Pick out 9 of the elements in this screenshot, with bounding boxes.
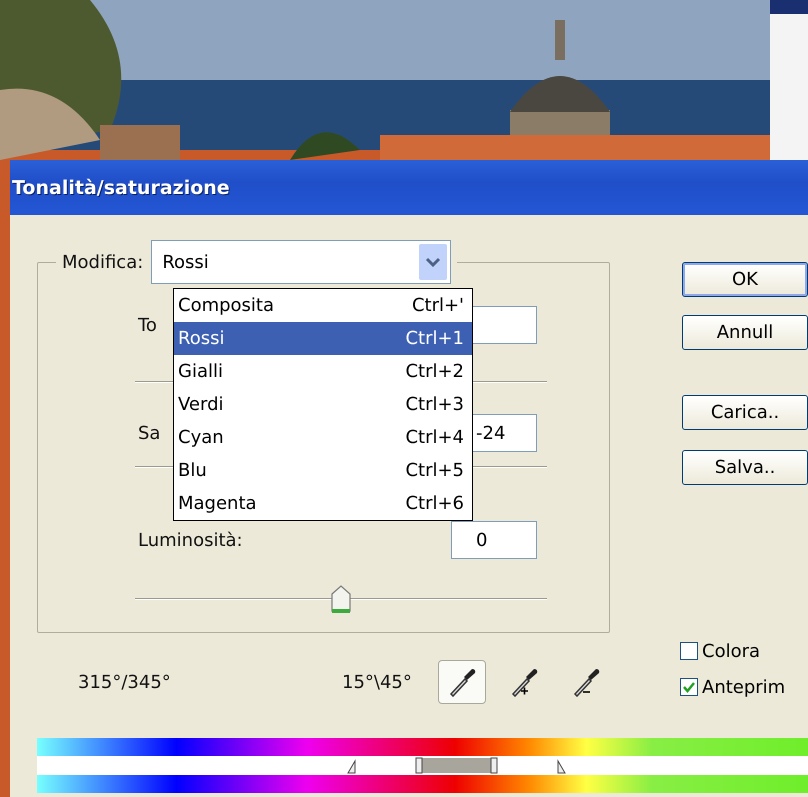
range-reading: 15°\45° xyxy=(342,672,413,692)
adjustment-label: To xyxy=(138,314,157,336)
checkbox-label: Colora xyxy=(702,640,760,662)
adjustment-label: Sa xyxy=(138,422,160,444)
adjustment-label: Luminosità: xyxy=(138,530,243,550)
range-reading: 315°/345° xyxy=(78,672,172,692)
edit-label: Modifica: xyxy=(62,252,144,272)
window-title: Tonalità/saturazione xyxy=(12,176,230,198)
checkbox-label: Anteprim xyxy=(702,676,786,698)
